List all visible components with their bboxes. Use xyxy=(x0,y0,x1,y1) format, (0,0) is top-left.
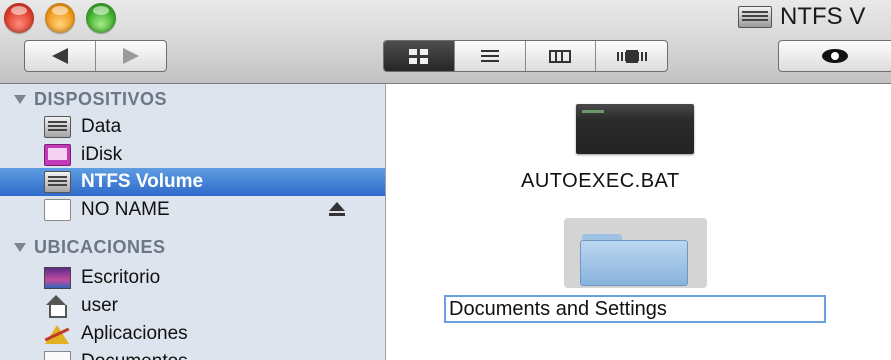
hard-disk-icon xyxy=(44,171,71,193)
hard-disk-icon xyxy=(738,6,772,28)
applications-icon xyxy=(44,323,71,345)
sidebar-item-data[interactable]: Data xyxy=(0,113,385,141)
right-arrow-icon xyxy=(122,48,139,64)
forward-button[interactable] xyxy=(96,41,167,71)
view-mode-buttons xyxy=(383,40,668,72)
navigation-buttons xyxy=(24,40,167,72)
back-button[interactable] xyxy=(25,41,96,71)
file-browser-content: AUTOEXEC.BAT xyxy=(387,84,891,360)
terminal-file-icon[interactable] xyxy=(576,104,694,154)
sidebar-item-label: Aplicaciones xyxy=(81,323,188,344)
rename-input[interactable] xyxy=(449,297,824,321)
eject-icon[interactable] xyxy=(328,202,346,218)
left-arrow-icon xyxy=(51,48,68,64)
sidebar-item-label: iDisk xyxy=(81,144,123,165)
idisk-icon xyxy=(44,144,71,166)
home-icon xyxy=(44,295,68,318)
quick-look-button[interactable] xyxy=(778,40,891,72)
sidebar-item-label: user xyxy=(81,295,118,316)
sidebar-item-label: NTFS Volume xyxy=(81,171,204,192)
close-window-button[interactable] xyxy=(4,3,34,33)
removable-disk-icon xyxy=(44,199,71,221)
sidebar-item-label: Escritorio xyxy=(81,267,161,288)
desktop-icon xyxy=(44,267,71,289)
sidebar-section-places[interactable]: UBICACIONES xyxy=(0,234,166,260)
sidebar-item-documentos[interactable]: Documentos xyxy=(0,348,385,360)
eye-icon xyxy=(822,49,848,63)
sidebar: DISPOSITIVOS Data iDisk NTFS Volume NO N… xyxy=(0,84,386,360)
sidebar-section-devices[interactable]: DISPOSITIVOS xyxy=(0,86,167,112)
section-title: UBICACIONES xyxy=(34,236,166,257)
sidebar-item-user[interactable]: user xyxy=(0,292,385,320)
rename-input-container xyxy=(444,295,826,323)
window-toolbar: NTFS V xyxy=(0,0,891,84)
window-title-text: NTFS V xyxy=(780,3,866,30)
sidebar-item-idisk[interactable]: iDisk xyxy=(0,141,385,169)
sidebar-item-aplicaciones[interactable]: Aplicaciones xyxy=(0,320,385,348)
cover-flow-icon xyxy=(616,49,647,63)
folder-icon[interactable] xyxy=(580,234,688,286)
file-name-label[interactable]: AUTOEXEC.BAT xyxy=(521,170,680,193)
minimize-window-button[interactable] xyxy=(45,3,75,33)
sidebar-item-label: Documentos xyxy=(81,351,188,360)
column-view-icon xyxy=(549,49,572,63)
sidebar-item-ntfs-volume[interactable]: NTFS Volume xyxy=(0,168,385,196)
column-view-button[interactable] xyxy=(526,41,597,71)
disclosure-triangle-icon xyxy=(14,242,26,252)
sidebar-item-no-name[interactable]: NO NAME xyxy=(0,196,385,224)
section-title: DISPOSITIVOS xyxy=(34,88,168,109)
icon-view-button[interactable] xyxy=(384,41,455,71)
icon-view-icon xyxy=(409,48,429,64)
window-title: NTFS V xyxy=(738,2,865,32)
list-view-button[interactable] xyxy=(455,41,526,71)
documents-icon xyxy=(44,351,71,360)
sidebar-item-label: Data xyxy=(81,116,122,137)
hard-disk-icon xyxy=(44,116,71,138)
list-view-icon xyxy=(480,50,499,62)
disclosure-triangle-icon xyxy=(14,94,26,104)
zoom-window-button[interactable] xyxy=(86,3,116,33)
sidebar-item-escritorio[interactable]: Escritorio xyxy=(0,264,385,292)
cover-flow-button[interactable] xyxy=(596,41,667,71)
sidebar-item-label: NO NAME xyxy=(81,199,170,220)
